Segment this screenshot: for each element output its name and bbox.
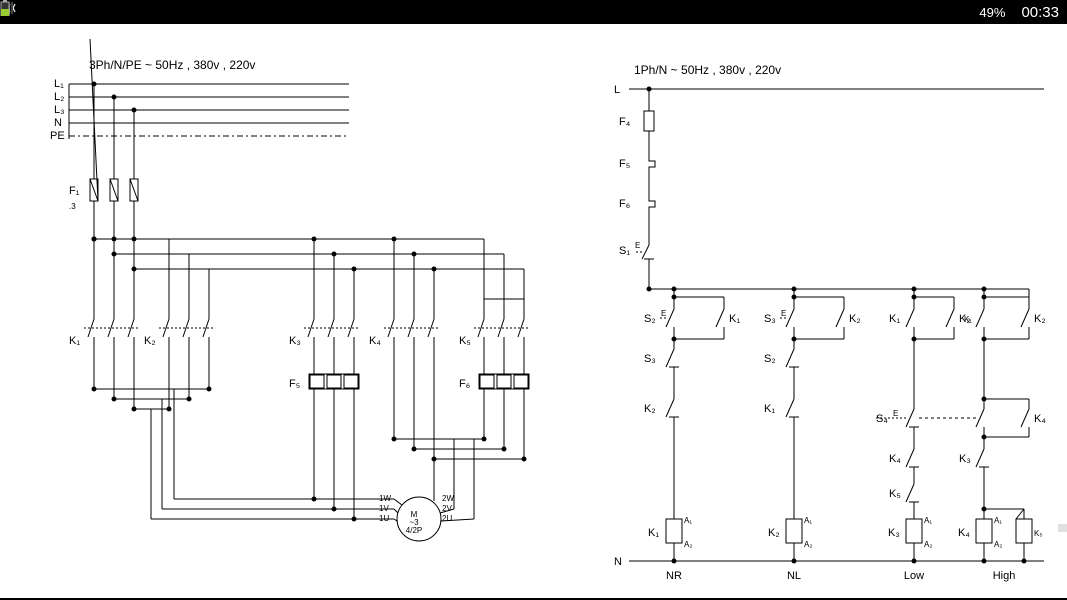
branch-nl-label: NL	[786, 570, 800, 582]
ctrl-neutral: N	[614, 556, 622, 568]
branch-low-label: Low	[903, 570, 923, 582]
k1-a2: A₂	[684, 540, 692, 549]
high-k3: K₃	[959, 453, 971, 465]
ctrl-s2b: S₂	[764, 353, 776, 365]
clock: 00:33	[1021, 4, 1059, 21]
ctrl-s4-sym: E	[893, 409, 898, 418]
coil-k4: K₄	[958, 527, 970, 539]
ctrl-s2-sym: E	[661, 309, 666, 318]
contactor-k5: K₅	[459, 335, 471, 347]
line-pe: PE	[50, 130, 65, 142]
coil-k5: K₅	[1034, 529, 1043, 538]
ctrl-s4: S₄	[876, 413, 888, 425]
low-k5: K₅	[889, 488, 901, 500]
k2-a1: A₁	[804, 516, 812, 525]
electrical-schematic: 3Ph/N/PE ~ 50Hz , 380v , 220v L₁ L₂ L₃ N…	[14, 39, 1054, 584]
motor-1v: 1V	[379, 504, 389, 513]
ctrl-k1nc: K₁	[764, 403, 775, 415]
aux-k1: K₁	[729, 313, 740, 325]
overload-f5: F₅	[289, 378, 300, 390]
ctrl-s3b: S₃	[764, 313, 776, 325]
contactor-k1: K₁	[69, 335, 80, 347]
ctrl-s2: S₂	[644, 313, 656, 325]
coil-k1: K₁	[648, 527, 659, 539]
motor-2w: 2W	[442, 494, 454, 503]
diagram-viewer[interactable]: 3Ph/N/PE ~ 50Hz , 380v , 220v L₁ L₂ L₃ N…	[0, 24, 1067, 598]
k2-a2: A₂	[804, 540, 812, 549]
contactor-k4: K₄	[369, 335, 381, 347]
ctrl-f5: F₅	[619, 158, 630, 170]
k4-a1: A₁	[994, 516, 1002, 525]
ctrl-k2nc: K₂	[644, 403, 656, 415]
low-k4: K₄	[889, 453, 901, 465]
battery-pct: 49%	[979, 5, 1005, 20]
k3-a1: A₁	[924, 516, 932, 525]
status-bar: 49% 00:33	[0, 0, 1067, 24]
coil-k3: K₃	[888, 527, 900, 539]
high-k4aux: K₄	[1034, 413, 1046, 425]
power-title: 3Ph/N/PE ~ 50Hz , 380v , 220v	[89, 58, 255, 72]
contactor-k3: K₃	[289, 335, 301, 347]
line-n: N	[54, 117, 62, 129]
line-l1: L₁	[54, 78, 64, 90]
k4-a2: A₂	[994, 540, 1002, 549]
ctrl-f6: F₆	[619, 198, 630, 210]
k1-a1: A₁	[684, 516, 692, 525]
k3-a2: A₂	[924, 540, 932, 549]
coil-k2: K₂	[768, 527, 780, 539]
branch-nr-label: NR	[666, 570, 682, 582]
line-l2: L₂	[54, 91, 64, 103]
high-k2: K₂	[1034, 313, 1046, 325]
ctrl-s1-sym: E	[635, 241, 640, 250]
motor-sub2: 4/2P	[405, 526, 421, 535]
ctrl-line-l: L	[614, 84, 620, 96]
aux-k2: K₂	[849, 313, 861, 325]
ctrl-f4: F₄	[619, 116, 631, 128]
line-l3: L₃	[54, 104, 65, 116]
motor-2u: 2U	[442, 514, 452, 523]
ctrl-s3-sym: E	[781, 309, 786, 318]
motor-1u: 1U	[379, 514, 389, 523]
high-k1: K₁	[964, 315, 972, 324]
motor-1w: 1W	[379, 494, 391, 503]
branch-high-label: High	[992, 570, 1015, 582]
contactor-k2: K₂	[144, 335, 156, 347]
fuse-f1-count: .3	[69, 202, 76, 211]
ctrl-s3: S₃	[644, 353, 656, 365]
ctrl-s1: S₁	[619, 245, 630, 257]
control-title: 1Ph/N ~ 50Hz , 380v , 220v	[634, 63, 781, 77]
motor-2v: 2V	[442, 504, 452, 513]
low-k1: K₁	[889, 313, 900, 325]
fuse-f1: F₁	[69, 185, 80, 197]
overload-f6: F₆	[459, 378, 470, 390]
